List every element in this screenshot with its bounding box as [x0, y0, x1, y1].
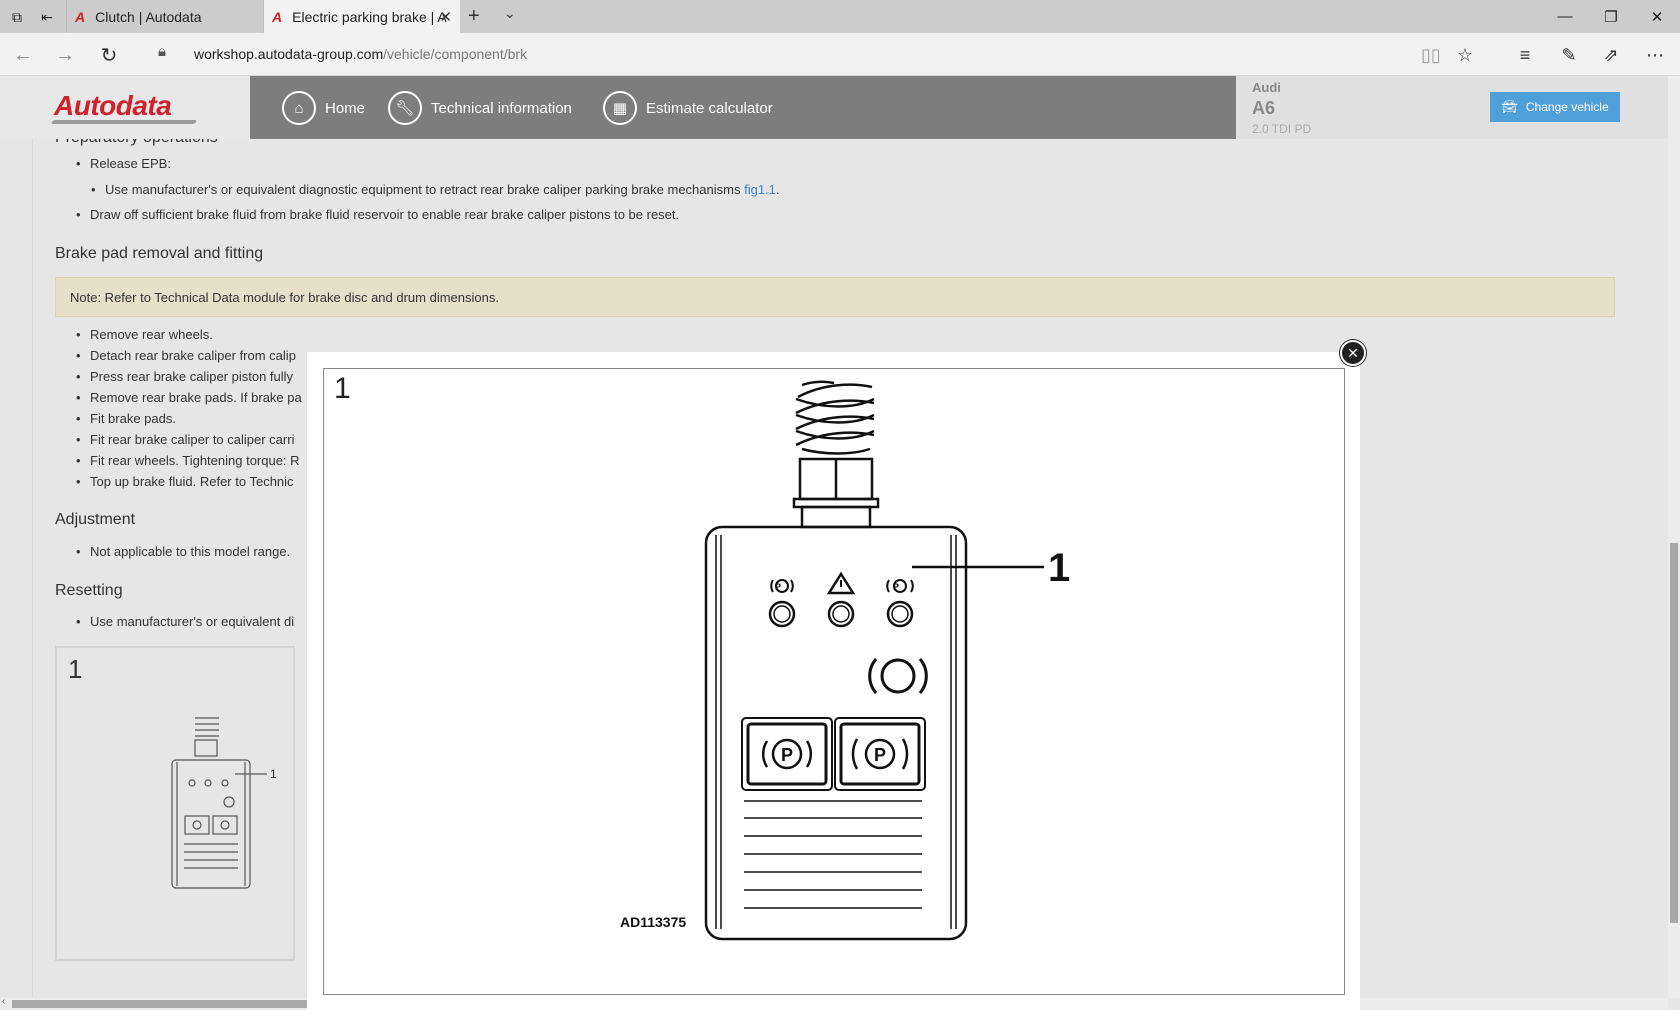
tab-electric-parking-brake[interactable]: A Electric parking brake | A ✕: [264, 0, 460, 33]
thumbnail-diagram: 1: [171, 717, 277, 889]
list-item: Press rear brake caliper piston fully: [76, 369, 293, 384]
svg-text:P: P: [781, 745, 793, 765]
tab-label: Clutch | Autodata: [95, 8, 202, 25]
modal-figure-number: 1: [334, 372, 351, 405]
new-tab-icon[interactable]: +: [468, 5, 480, 28]
section-heading-resetting: Resetting: [55, 582, 123, 599]
diagram-callout-number: 1: [1048, 546, 1070, 590]
reading-view-icon[interactable]: ▯▯: [1418, 42, 1444, 68]
vehicle-engine: 2.0 TDI PD: [1252, 122, 1312, 136]
list-item: Remove rear wheels.: [76, 327, 213, 342]
modal-close-button[interactable]: ✕: [1340, 340, 1366, 366]
nav-label: Estimate calculator: [646, 99, 773, 117]
forward-arrow-icon[interactable]: →: [52, 42, 78, 68]
list-item: Detach rear brake caliper from calip: [76, 348, 296, 363]
list-item: Top up brake fluid. Refer to Technic: [76, 474, 294, 489]
web-note-pen-icon[interactable]: ✎: [1556, 42, 1582, 68]
nav-estimate-calculator[interactable]: ▦ Estimate calculator: [603, 90, 773, 126]
logo-area[interactable]: Autodata: [0, 76, 250, 139]
url-host: workshop.autodata-group.com: [194, 46, 384, 62]
vehicle-make: Audi: [1252, 80, 1281, 95]
tab-label: Electric parking brake | A: [292, 8, 447, 25]
svg-text:P: P: [775, 582, 781, 592]
hub-icon[interactable]: ≡: [1512, 42, 1538, 68]
lock-icon: 🔒︎: [158, 43, 166, 60]
tab-manager-icon[interactable]: ⧉: [6, 6, 28, 28]
site-header: Autodata ⌂ Home 🔧︎ Technical information…: [0, 76, 1668, 139]
figure-link[interactable]: fig1.1: [744, 182, 776, 197]
browser-address-bar: ← → ↻ 🔒︎ workshop.autodata-group.com/veh…: [0, 33, 1680, 76]
list-item: Not applicable to this model range.: [76, 544, 290, 559]
share-icon[interactable]: ⇗: [1598, 42, 1624, 68]
restore-icon[interactable]: ❐: [1588, 0, 1634, 33]
svg-text:P: P: [893, 582, 899, 592]
scroll-left-arrow-icon[interactable]: ‹: [2, 996, 5, 1007]
list-item: Draw off sufficient brake fluid from bra…: [76, 207, 679, 222]
note-box: Note: Refer to Technical Data module for…: [55, 277, 1615, 317]
close-icon: ✕: [1347, 344, 1359, 361]
list-item: Use manufacturer's or equivalent diagnos…: [91, 182, 780, 197]
autodata-favicon-icon: A: [75, 8, 86, 25]
section-heading-preparatory: Preparatory operations: [55, 139, 218, 147]
url-path: /vehicle/component/brk: [383, 46, 528, 62]
list-item-suffix: .: [775, 182, 780, 197]
list-item-text: Use manufacturer's or equivalent diagnos…: [105, 182, 741, 197]
window-close-icon[interactable]: ✕: [1634, 0, 1680, 33]
favorite-star-icon[interactable]: ☆: [1452, 42, 1478, 68]
list-item: Remove rear brake pads. If brake pa: [76, 390, 302, 405]
back-arrow-icon[interactable]: ←: [10, 42, 36, 68]
autodata-favicon-icon: A: [272, 8, 283, 25]
calculator-icon: ▦: [603, 91, 637, 125]
figure-thumbnail[interactable]: 1 1: [55, 646, 295, 961]
parking-brake-diagnostic-diagram: P P P P 1 AD113375: [620, 380, 1070, 941]
set-tabs-aside-icon[interactable]: ⇤: [36, 6, 58, 28]
list-item: Fit rear brake caliper to caliper carri: [76, 432, 295, 447]
section-heading-adjustment: Adjustment: [55, 511, 136, 528]
wrench-icon: 🔧︎: [388, 91, 422, 125]
section-heading-pad-removal: Brake pad removal and fitting: [55, 245, 264, 262]
figure-frame: P P P P 1 AD113375 1: [323, 368, 1345, 995]
tab-close-icon[interactable]: ✕: [439, 8, 452, 26]
refresh-icon[interactable]: ↻: [96, 42, 122, 68]
main-navigation: ⌂ Home 🔧︎ Technical information ▦ Estima…: [250, 76, 1236, 139]
autodata-logo: Autodata: [54, 90, 172, 121]
list-item: Use manufacturer's or equivalent di: [76, 614, 294, 629]
nav-label: Technical information: [431, 99, 572, 117]
list-item: Release EPB:: [76, 156, 171, 171]
change-vehicle-button[interactable]: 🚘︎ Change vehicle: [1490, 92, 1620, 122]
home-icon: ⌂: [282, 91, 316, 125]
figure-code: AD113375: [620, 914, 686, 930]
vertical-scrollbar[interactable]: [1668, 76, 1680, 998]
nav-label: Home: [325, 99, 366, 117]
figure-modal: P P P P 1 AD113375 1: [307, 352, 1360, 1010]
minimize-icon[interactable]: —: [1542, 0, 1588, 33]
svg-text:P: P: [874, 745, 886, 765]
thumbnail-callout: 1: [270, 767, 277, 781]
list-item: Fit brake pads.: [76, 411, 176, 426]
nav-home[interactable]: ⌂ Home: [282, 90, 365, 126]
tab-clutch[interactable]: A Clutch | Autodata: [66, 0, 264, 33]
change-vehicle-label: Change vehicle: [1525, 100, 1609, 114]
browser-tab-strip: ⧉ ⇤ A Clutch | Autodata A Electric parki…: [0, 0, 1680, 33]
chevron-down-icon[interactable]: ⌄: [504, 5, 516, 22]
url-field[interactable]: workshop.autodata-group.com/vehicle/comp…: [194, 46, 527, 62]
nav-technical-information[interactable]: 🔧︎ Technical information: [388, 90, 572, 126]
vehicle-model: A6: [1252, 98, 1276, 118]
list-item: Fit rear wheels. Tightening torque: R: [76, 453, 300, 468]
vertical-scroll-thumb[interactable]: [1670, 543, 1678, 923]
more-icon[interactable]: ⋯: [1642, 42, 1668, 68]
car-icon: 🚘︎: [1501, 99, 1518, 114]
